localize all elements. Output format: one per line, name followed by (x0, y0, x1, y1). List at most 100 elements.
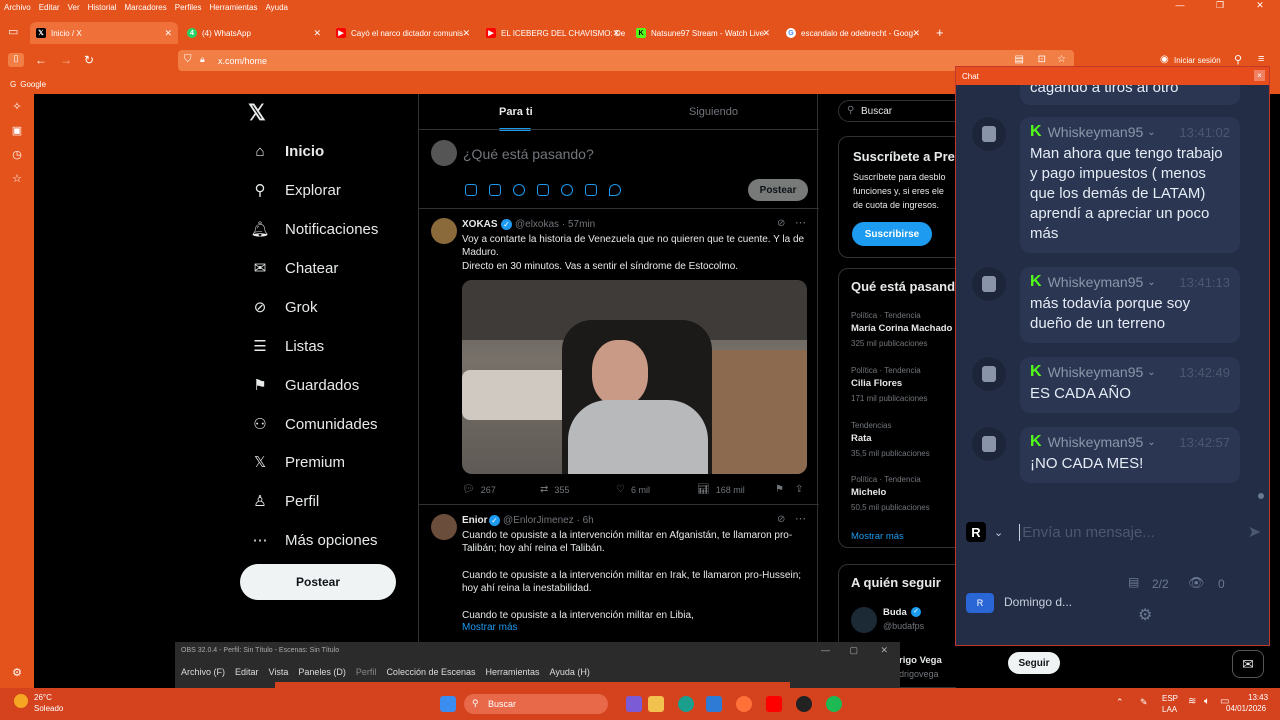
nav-mas-opciones[interactable]: ⋯ Más opciones (250, 528, 378, 552)
search-input[interactable]: ⚲ Buscar (838, 100, 956, 122)
menu-marcadores[interactable]: Marcadores (125, 3, 167, 12)
share-icon[interactable]: ⇪ (795, 484, 803, 495)
nav-premium[interactable]: 𝕏 Premium (250, 450, 345, 474)
nav-explorar[interactable]: ⚲ Explorar (250, 178, 341, 202)
obs-menu-herramientas[interactable]: Herramientas (486, 667, 540, 677)
copilot-icon[interactable] (626, 696, 642, 712)
menu-perfiles[interactable]: Perfiles (175, 3, 202, 12)
tab-youtube-2[interactable]: ▶ EL ICEBERG DEL CHAVISMO: De ✕ (480, 22, 626, 44)
nav-listas[interactable]: ☰ Listas (250, 334, 324, 358)
reply-button[interactable]: 💬︎ 267 (462, 484, 496, 495)
messages-drawer-icon[interactable]: ✉ (1232, 650, 1264, 678)
reload-icon[interactable]: ↻ (84, 53, 94, 67)
show-more-link[interactable]: Mostrar más (462, 622, 518, 633)
badge-r[interactable]: R (966, 522, 986, 542)
menu-archivo[interactable]: Archivo (4, 3, 31, 12)
close-tab-icon[interactable]: ✕ (313, 28, 321, 39)
x-logo-icon[interactable]: 𝕏 (248, 100, 266, 126)
obs-menu-perfil[interactable]: Perfil (356, 667, 377, 677)
trend-item[interactable]: Cilia Flores (851, 378, 902, 389)
signin-button[interactable]: Iniciar sesión (1174, 56, 1221, 65)
nav-notificaciones[interactable]: 🔔︎ Notificaciones (250, 217, 378, 241)
avatar[interactable] (851, 607, 877, 633)
nav-comunidades[interactable]: ⚇ Comunidades (250, 412, 377, 436)
tweet-author[interactable]: XOKAS (462, 219, 498, 230)
bookmarks-icon[interactable]: ☆ (10, 172, 24, 186)
send-icon[interactable]: ➤ (1248, 522, 1261, 542)
wifi-icon[interactable]: ≋ (1188, 696, 1196, 707)
show-more-link[interactable]: Mostrar más (851, 531, 904, 542)
ai-icon[interactable]: ✧ (10, 100, 24, 114)
grok-icon[interactable]: ⊘ (777, 218, 785, 229)
follow-name[interactable]: rigo Vega (899, 655, 942, 666)
obs-menu-vista[interactable]: Vista (269, 667, 289, 677)
tab-siguiendo[interactable]: Siguiendo (689, 106, 738, 118)
extensions-icon[interactable]: ⚲ (1234, 53, 1242, 66)
history-icon[interactable]: ◷ (10, 148, 24, 162)
trend-item[interactable]: Michelo (851, 487, 886, 498)
obs-icon[interactable] (796, 696, 812, 712)
edge-icon[interactable] (678, 696, 694, 712)
trend-item[interactable]: María Corina Machado (851, 323, 952, 334)
reader-icon[interactable]: ▤ (1015, 54, 1024, 65)
avatar[interactable] (431, 514, 457, 540)
menu-historial[interactable]: Historial (88, 3, 117, 12)
close-tab-icon[interactable]: ✕ (612, 28, 620, 39)
close-tab-icon[interactable]: ✕ (762, 28, 770, 39)
nav-grok[interactable]: ⊘ Grok (250, 295, 318, 319)
close-icon[interactable]: ✕ (880, 645, 888, 656)
more-icon[interactable]: ⋯ (795, 216, 806, 229)
spotify-icon[interactable] (826, 696, 842, 712)
chevron-down-icon[interactable]: ⌄ (1147, 127, 1155, 138)
clock-time[interactable]: 13:43 (1248, 693, 1268, 702)
composer-post-button[interactable]: Postear (748, 179, 808, 201)
weather-temp[interactable]: 26°C (34, 693, 52, 702)
nav-inicio[interactable]: ⌂ Inicio (250, 139, 324, 163)
mail-app-icon[interactable] (706, 696, 722, 712)
gif-icon[interactable] (489, 184, 501, 196)
chat-username[interactable]: Whiskeyman95 (1048, 434, 1144, 450)
firefox-icon[interactable] (736, 696, 752, 712)
tab-google[interactable]: G escandalo de odebrecht - Goog ✕ (780, 22, 926, 44)
new-tab-icon[interactable]: + (936, 25, 944, 40)
screenshots-icon[interactable]: ▣ (10, 124, 24, 138)
sidebar-toggle-icon[interactable]: ▯ (8, 53, 24, 67)
menu-ayuda[interactable]: Ayuda (265, 3, 288, 12)
nav-chatear[interactable]: ✉ Chatear (250, 256, 339, 280)
close-tab-icon[interactable]: ✕ (462, 28, 470, 39)
channel-avatar[interactable]: R (966, 593, 994, 613)
post-button[interactable]: Postear (240, 564, 396, 600)
tweet-video[interactable] (462, 280, 807, 474)
chevron-down-icon[interactable]: ⌄ (1147, 367, 1155, 378)
more-icon[interactable]: ⋯ (795, 512, 806, 525)
chat-message-input[interactable]: Envía un mensaje... (1019, 523, 1155, 541)
volume-icon[interactable]: 🔈︎ (1204, 696, 1210, 707)
avatar[interactable] (431, 218, 457, 244)
location-icon[interactable] (609, 184, 621, 196)
schedule-icon[interactable] (585, 184, 597, 196)
views-button[interactable]: 📊︎ 168 mil (697, 484, 745, 495)
chevron-down-icon[interactable]: ⌄ (1147, 277, 1155, 288)
tab-whatsapp[interactable]: 4 (4) WhatsApp ✕ (181, 22, 327, 44)
tab-kick[interactable]: K Natsune97 Stream - Watch Live ✕ (630, 22, 776, 44)
chevron-up-icon[interactable]: ⌃ (1116, 697, 1124, 708)
like-button[interactable]: ♡ 6 mil (616, 484, 650, 495)
bookmark-star-icon[interactable]: ☆ (1057, 54, 1066, 65)
follow-name[interactable]: Buda (883, 607, 907, 618)
obs-menu-paneles[interactable]: Paneles (D) (298, 667, 346, 677)
poll-icon[interactable] (537, 184, 549, 196)
file-explorer-icon[interactable] (648, 696, 664, 712)
menu-editar[interactable]: Editar (39, 3, 60, 12)
nav-guardados[interactable]: ⚑ Guardados (250, 373, 359, 397)
composer-input[interactable]: ¿Qué está pasando? (463, 146, 594, 162)
subscribe-button[interactable]: Suscribirse (852, 222, 932, 246)
menu-ver[interactable]: Ver (68, 3, 80, 12)
avatar[interactable] (431, 140, 457, 166)
chevron-down-icon[interactable]: ⌄ (994, 526, 1003, 539)
close-icon[interactable]: × (1254, 70, 1265, 81)
obs-menu-editar[interactable]: Editar (235, 667, 259, 677)
obs-menu-archivo[interactable]: Archivo (F) (181, 667, 225, 677)
grok-icon[interactable]: ⊘ (777, 514, 785, 525)
menu-herramientas[interactable]: Herramientas (209, 3, 257, 12)
forward-icon[interactable]: → (60, 53, 72, 67)
